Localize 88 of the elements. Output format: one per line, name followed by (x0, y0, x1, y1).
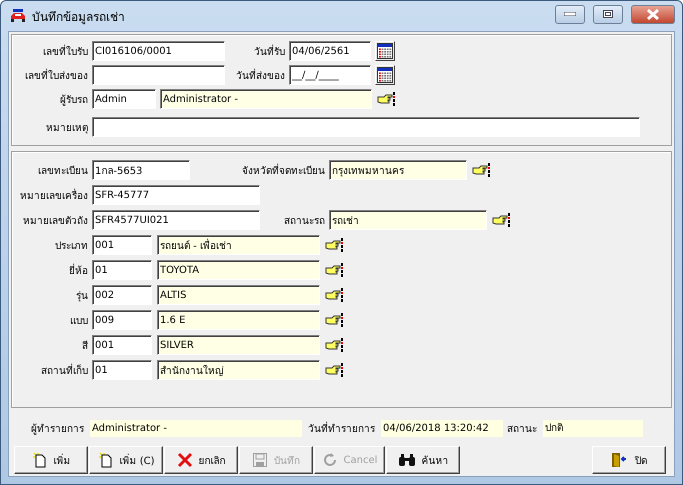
field-label: เลขที่ใบส่งของ (24, 68, 89, 82)
field-label: รุ่น (75, 290, 89, 302)
code-field[interactable]: 01 (92, 260, 152, 280)
pointing-hand-icon (325, 363, 343, 377)
field-label: หมายเหตุ (45, 122, 89, 134)
code-field[interactable]: 001 (92, 335, 152, 355)
pointing-hand-icon (377, 92, 395, 106)
pointing-hand-icon (472, 163, 490, 177)
field-label: ยี่ห้อ (68, 262, 89, 278)
lookup-button[interactable] (325, 263, 343, 277)
lookup-button[interactable] (325, 338, 343, 352)
code-field[interactable]: Admin (92, 89, 156, 109)
delivery-number-field[interactable] (92, 65, 225, 85)
pointing-hand-icon (325, 238, 343, 252)
code-field[interactable]: 002 (92, 285, 152, 305)
calendar-icon (377, 67, 393, 83)
code-field[interactable]: 001 (92, 235, 152, 255)
date-field[interactable]: __/__/____ (289, 65, 371, 85)
field-label: เลขที่ใบรับ (42, 44, 89, 58)
field-label: ผู้รับรถ (59, 94, 89, 106)
undo-icon (322, 452, 338, 468)
lookup-button[interactable] (325, 313, 343, 327)
field-label: วันที่รับ (253, 44, 286, 58)
field-label: สี (81, 340, 89, 352)
chassis-number-field[interactable]: SFR4577UI021 (92, 210, 260, 230)
timestamp-value: 04/06/2018 13:20:42 (381, 420, 503, 436)
pointing-hand-icon (325, 288, 343, 302)
lookup-button[interactable] (325, 288, 343, 302)
remark-field[interactable] (92, 117, 640, 137)
minimize-icon (564, 12, 576, 16)
maximize-button[interactable] (593, 4, 623, 24)
new-document-icon (32, 452, 48, 468)
lookup-button[interactable] (325, 363, 343, 377)
name-field[interactable]: SILVER (157, 335, 320, 355)
calendar-icon (377, 43, 393, 59)
exit-door-icon (611, 452, 629, 468)
minimize-button[interactable] (555, 4, 585, 24)
lookup-button[interactable] (377, 92, 395, 106)
field-label: แบบ (69, 314, 89, 328)
name-field[interactable]: TOYOTA (157, 260, 320, 280)
province-field[interactable]: กรุงเทพมหานคร (329, 160, 467, 180)
pointing-hand-icon (325, 263, 343, 277)
state-value: ปกติ (543, 420, 643, 436)
code-field[interactable]: 009 (92, 310, 152, 330)
receipt-number-field[interactable]: CI016106/0001 (92, 41, 225, 61)
maximize-icon (603, 10, 613, 18)
field-label: เลขทะเบียน (37, 164, 89, 178)
lookup-button[interactable] (472, 163, 490, 177)
name-field[interactable]: ALTIS (157, 285, 320, 305)
field-label: ประเภท (54, 240, 89, 252)
close-icon (646, 8, 660, 20)
name-field[interactable]: รถยนต์ - เพื่อเช่า (157, 235, 320, 255)
toolbar-button[interactable]: ยกเลิก (164, 446, 238, 474)
field-label: วันที่ส่งของ (235, 68, 286, 82)
plate-field[interactable]: 1กล-5653 (92, 160, 190, 180)
operator-value: Administrator - (90, 420, 302, 436)
lookup-button[interactable] (492, 213, 510, 227)
field-label: สถานที่เก็บ (40, 362, 89, 378)
field-label: วันที่ทำรายการ (308, 420, 376, 436)
close-button[interactable] (631, 4, 675, 24)
close-icon (176, 452, 192, 468)
toolbar-button[interactable]: ค้นหา (386, 446, 460, 474)
window-title: บันทึกข้อมูลรถเช่า (32, 8, 126, 26)
car-icon (10, 9, 26, 23)
field-label: จังหวัดที่จดทะเบียน (241, 162, 326, 178)
engine-number-field[interactable]: SFR-45777 (92, 185, 260, 205)
date-field[interactable]: 04/06/2561 (289, 41, 371, 61)
name-field[interactable]: สำนักงานใหญ่ (157, 360, 320, 380)
toolbar-button[interactable]: เพิ่ม (C) (89, 446, 163, 474)
pointing-hand-icon (492, 213, 510, 227)
toolbar-button[interactable]: ปิด (592, 446, 666, 474)
pointing-hand-icon (325, 338, 343, 352)
calendar-button[interactable] (375, 41, 395, 61)
field-label: หมายเลขตัวถัง (22, 214, 89, 228)
name-field[interactable]: Administrator - (160, 89, 372, 109)
binoculars-icon (398, 453, 416, 467)
calendar-button[interactable] (375, 65, 395, 85)
field-label: หมายเลขเครื่อง (19, 188, 89, 202)
toolbar-button[interactable]: เพิ่ม (14, 446, 88, 474)
pointing-hand-icon (325, 313, 343, 327)
name-field[interactable]: 1.6 E (157, 310, 320, 330)
status-field[interactable]: รถเช่า (329, 210, 487, 230)
field-label: ผู้ทำรายการ (31, 422, 85, 436)
new-document-icon (98, 452, 114, 468)
code-field[interactable]: 01 (92, 360, 152, 380)
field-label: สถานะ (507, 422, 538, 436)
field-label: สถานะรถ (283, 214, 326, 228)
lookup-button[interactable] (325, 238, 343, 252)
